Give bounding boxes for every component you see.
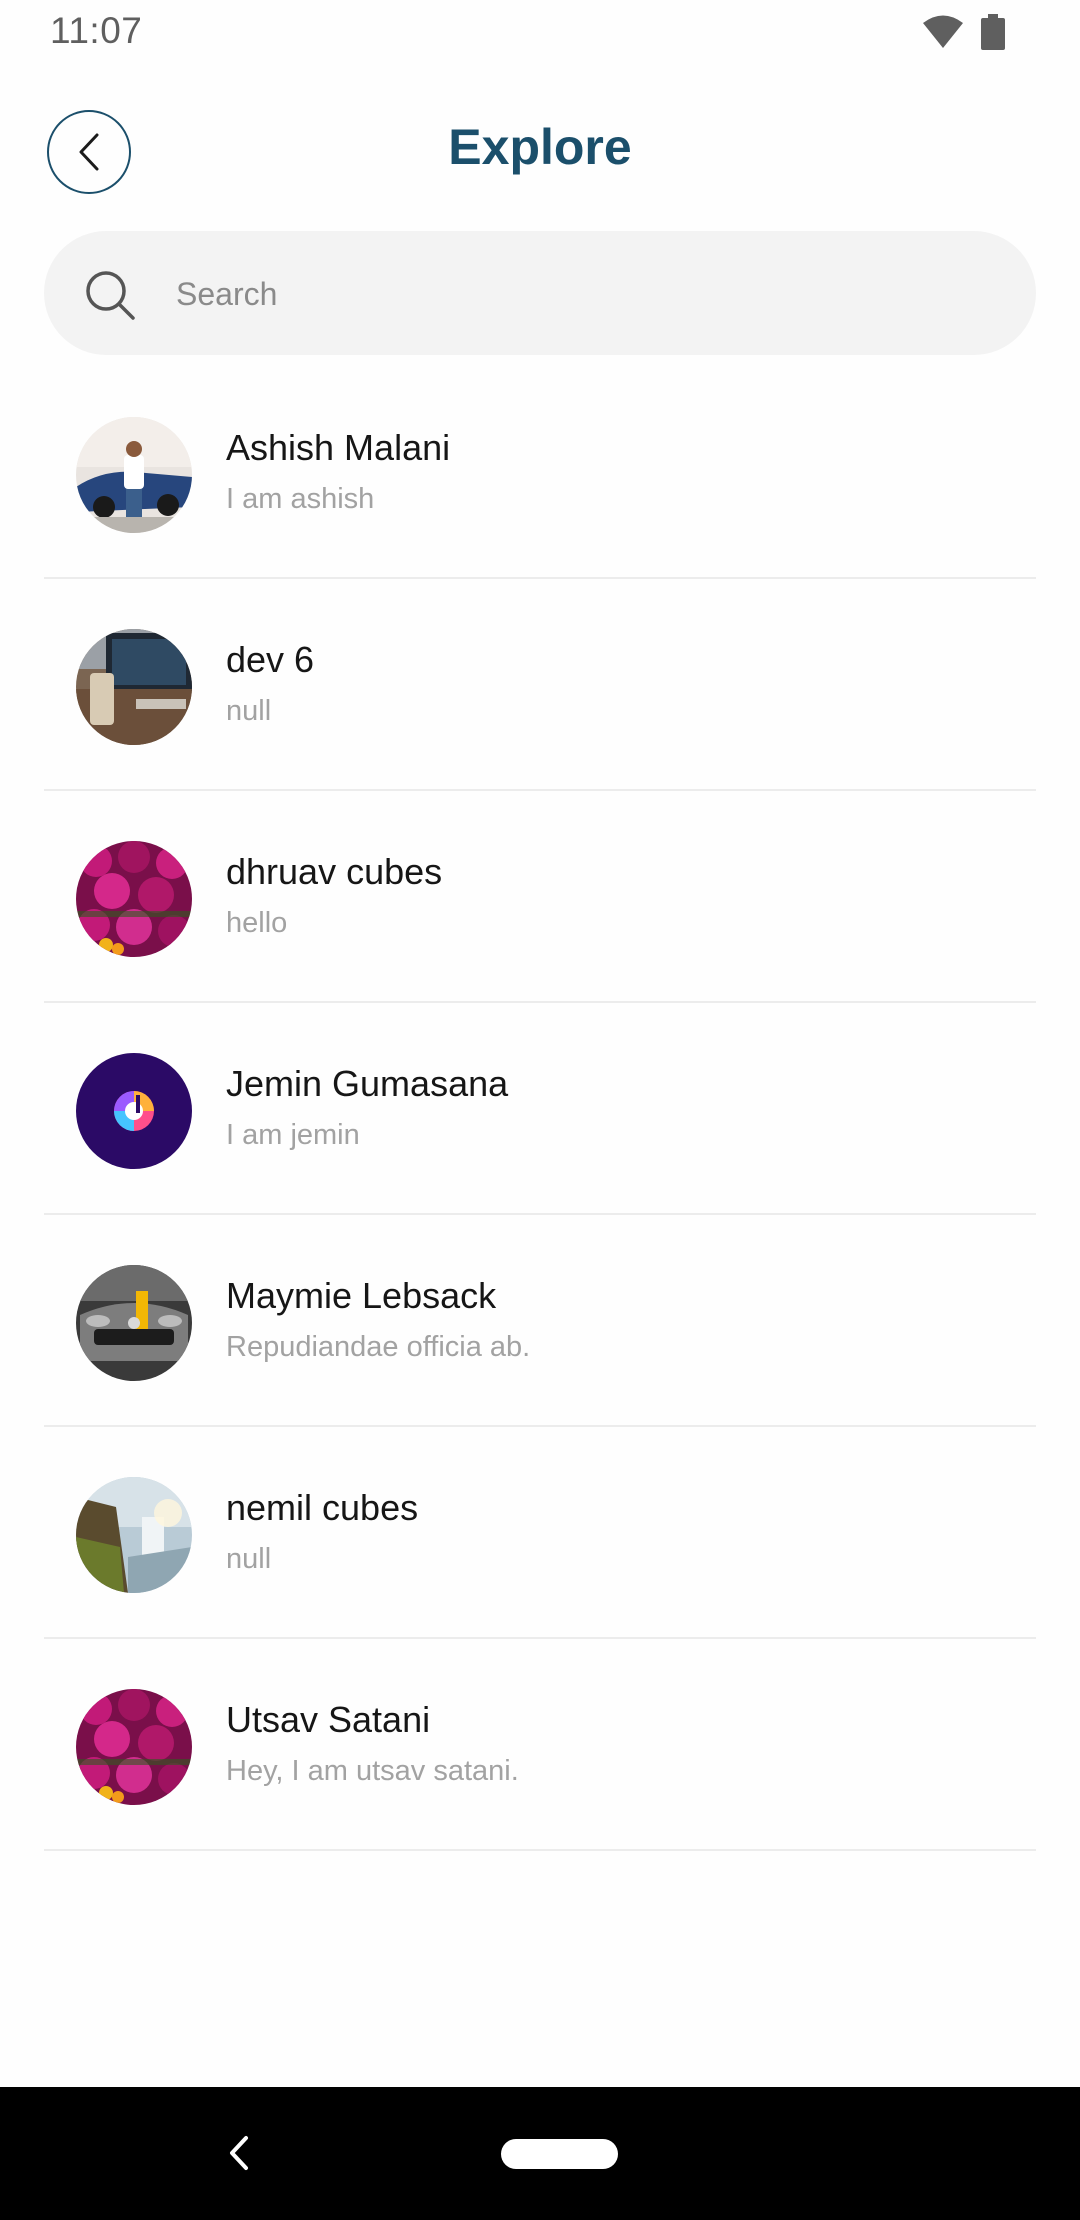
user-row-nemil-cubes[interactable]: nemil cubes null <box>44 1427 1036 1639</box>
user-row-maymie-lebsack[interactable]: Maymie Lebsack Repudiandae officia ab. <box>44 1215 1036 1427</box>
user-row-jemin-gumasana[interactable]: Jemin Gumasana I am jemin <box>44 1003 1036 1215</box>
user-name: Maymie Lebsack <box>226 1275 497 1316</box>
system-nav-bar <box>0 2087 1080 2220</box>
avatar <box>76 1477 192 1593</box>
user-row-ashish-malani[interactable]: Ashish Malani I am ashish <box>44 367 1036 579</box>
user-name: dhruav cubes <box>226 851 443 892</box>
battery-icon <box>981 14 1005 50</box>
user-row-dhruav-cubes[interactable]: dhruav cubes hello <box>44 791 1036 1003</box>
avatar <box>76 841 192 957</box>
status-bar: 11:07 <box>0 0 1080 64</box>
user-name: Ashish Malani <box>226 427 451 468</box>
status-time: 11:07 <box>50 10 143 51</box>
search-icon <box>86 271 135 320</box>
user-bio: I am ashish <box>226 483 375 515</box>
avatar <box>76 1265 192 1381</box>
search-input[interactable] <box>174 259 998 329</box>
user-name: dev 6 <box>226 639 315 680</box>
user-list: Ashish Malani I am ashish dev 6 null dhr… <box>44 367 1036 1851</box>
wifi-icon <box>923 15 963 48</box>
user-name: Jemin Gumasana <box>226 1063 509 1104</box>
avatar <box>76 1053 192 1169</box>
nav-back-icon[interactable] <box>226 2134 252 2172</box>
user-bio: Hey, I am utsav satani. <box>226 1755 519 1787</box>
home-pill-icon[interactable] <box>501 2139 618 2169</box>
user-bio: hello <box>226 907 288 939</box>
user-bio: I am jemin <box>226 1119 360 1151</box>
user-row-dev-6[interactable]: dev 6 null <box>44 579 1036 791</box>
page-title: Explore <box>448 119 632 175</box>
avatar <box>76 1689 192 1805</box>
user-bio: Repudiandae officia ab. <box>226 1331 531 1363</box>
user-bio: null <box>226 1543 272 1575</box>
user-name: nemil cubes <box>226 1487 419 1528</box>
avatar <box>76 629 192 745</box>
user-name: Utsav Satani <box>226 1699 431 1740</box>
user-bio: null <box>226 695 272 727</box>
user-row-utsav-satani[interactable]: Utsav Satani Hey, I am utsav satani. <box>44 1639 1036 1851</box>
avatar <box>76 417 192 533</box>
search-bar[interactable] <box>44 231 1036 355</box>
